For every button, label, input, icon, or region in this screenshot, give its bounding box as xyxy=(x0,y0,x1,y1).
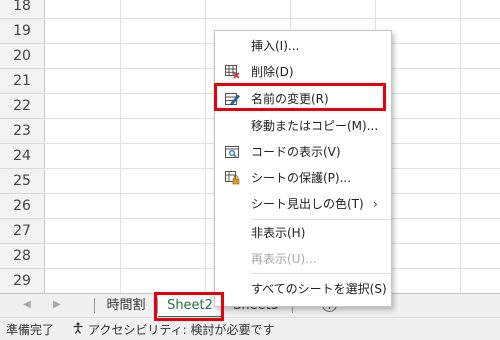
view-code-icon xyxy=(225,146,239,158)
menu-item-select-all-sheets[interactable]: すべてのシートを選択(S) xyxy=(215,278,391,300)
menu-item-unhide[interactable]: 再表示(U)... xyxy=(215,248,391,270)
menu-item-label: 挿入(I)... xyxy=(251,39,300,53)
menu-separator xyxy=(251,273,391,274)
scroll-tabs-left-icon[interactable]: ◀ xyxy=(20,298,34,312)
scroll-tabs-right-icon[interactable]: ▶ xyxy=(50,298,64,312)
row-number[interactable]: 21 xyxy=(0,69,44,94)
menu-item-label: 再表示(U)... xyxy=(251,252,317,266)
sheet-context-menu: 挿入(I)... 削除(D) 名前の変更(R) 移動またはコピー(M)... コ… xyxy=(214,30,392,307)
menu-item-tab-color[interactable]: シート見出しの色(T) › xyxy=(215,193,391,215)
menu-item-label: コードの表示(V) xyxy=(251,145,341,159)
menu-item-move-copy[interactable]: 移動またはコピー(M)... xyxy=(215,115,391,137)
grid-line xyxy=(120,0,121,293)
menu-item-delete[interactable]: 削除(D) xyxy=(215,61,391,83)
menu-item-insert[interactable]: 挿入(I)... xyxy=(215,35,391,57)
menu-item-label: シート見出しの色(T) xyxy=(251,197,364,211)
delete-sheet-icon xyxy=(225,65,240,79)
row-number[interactable]: 24 xyxy=(0,144,44,169)
row-number[interactable]: 22 xyxy=(0,94,44,119)
accessibility-icon[interactable] xyxy=(72,322,84,334)
menu-separator xyxy=(251,219,391,220)
row-number[interactable]: 20 xyxy=(0,44,44,69)
protect-sheet-icon xyxy=(225,171,240,185)
grid-line xyxy=(460,0,461,293)
tab-divider xyxy=(94,298,95,313)
row-number[interactable]: 23 xyxy=(0,119,44,144)
row-number[interactable]: 29 xyxy=(0,269,44,294)
menu-item-protect-sheet[interactable]: シートの保護(P)... xyxy=(215,167,391,189)
menu-item-view-code[interactable]: コードの表示(V) xyxy=(215,141,391,163)
row-number[interactable]: 25 xyxy=(0,169,44,194)
menu-item-label: すべてのシートを選択(S) xyxy=(251,282,387,296)
menu-item-label: 削除(D) xyxy=(251,65,294,79)
menu-item-label: 移動またはコピー(M)... xyxy=(251,119,379,133)
row-number[interactable]: 19 xyxy=(0,19,44,44)
row-number[interactable]: 18 xyxy=(0,0,44,19)
grid-line xyxy=(44,18,500,19)
row-header-column: 18 19 20 21 22 23 24 25 26 27 28 29 xyxy=(0,0,45,294)
sheet-tab[interactable]: 時間割 xyxy=(96,294,156,318)
active-tab-highlight-box xyxy=(154,292,224,321)
menu-item-label: 非表示(H) xyxy=(251,226,306,240)
row-number[interactable]: 28 xyxy=(0,244,44,269)
menu-item-hide[interactable]: 非表示(H) xyxy=(215,222,391,244)
row-number[interactable]: 27 xyxy=(0,219,44,244)
submenu-arrow-icon: › xyxy=(373,197,378,211)
accessibility-status[interactable]: アクセシビリティ: 検討が必要です xyxy=(88,321,275,338)
status-ready: 準備完了 xyxy=(6,323,55,337)
row-number[interactable]: 26 xyxy=(0,194,44,219)
menu-item-label: シートの保護(P)... xyxy=(251,171,352,185)
status-bar: 準備完了 アクセシビリティ: 検討が必要です xyxy=(0,317,500,340)
rename-highlight-box xyxy=(214,83,386,111)
grid-line xyxy=(205,0,206,293)
